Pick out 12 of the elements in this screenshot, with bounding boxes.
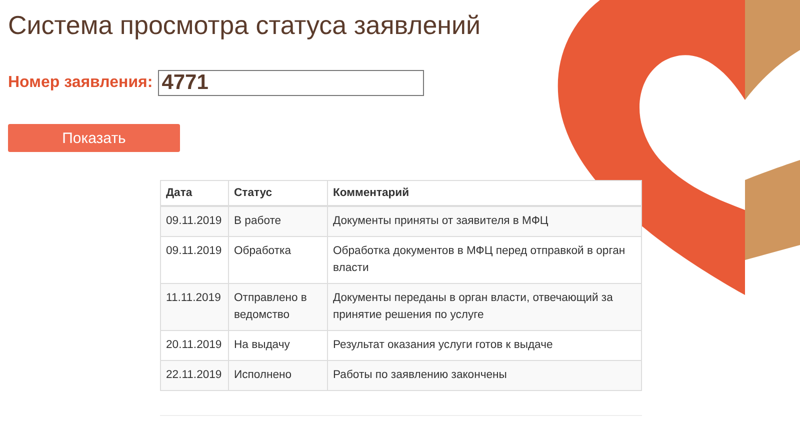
table-cell: 22.11.2019 [160,360,228,390]
table-cell: 09.11.2019 [160,206,228,236]
table-cell: Отправлено в ведомство [228,284,328,330]
table-cell: Исполнено [228,360,328,390]
table-cell: Документы переданы в орган власти, отвечающий за принятие решения по услуге [328,284,642,330]
table-cell: Документы приняты от заявителя в МФЦ [328,206,642,236]
table-cell: В работе [228,206,328,236]
table-cell: 11.11.2019 [160,284,228,330]
field-label: Номер заявления: [8,74,153,92]
page-title: Система просмотра статуса заявлений [8,9,482,41]
input-field[interactable]: 4771 [158,70,424,96]
table-cell: Работы по заявлению закончены [328,360,642,390]
